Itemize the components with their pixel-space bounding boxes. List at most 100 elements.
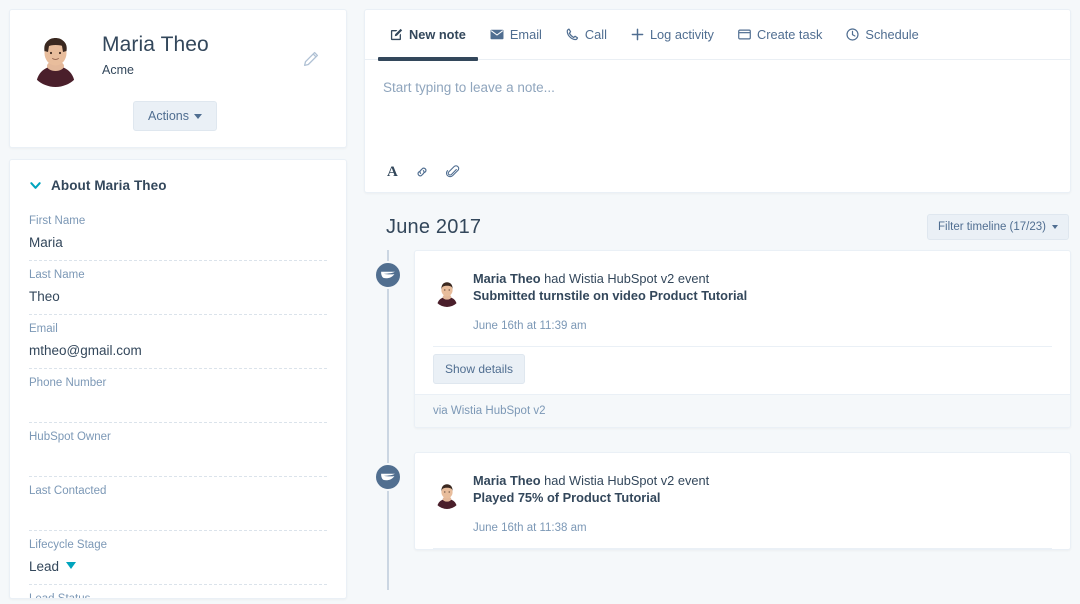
plus-icon — [631, 28, 644, 41]
tab-email[interactable]: Email — [478, 10, 554, 60]
avatar-illustration — [433, 279, 461, 307]
contact-profile-card: Maria Theo Acme Actions — [9, 9, 347, 148]
property-value — [29, 396, 327, 414]
event-headline: Maria Theo had Wistia HubSpot v2 event — [473, 270, 1052, 287]
wistia-glyph — [377, 264, 399, 286]
composer-tabs: New note Email — [365, 10, 1070, 60]
activity-composer: New note Email — [364, 9, 1071, 193]
property-label: HubSpot Owner — [29, 430, 327, 445]
clock-icon — [846, 28, 859, 41]
chevron-down-icon[interactable] — [29, 179, 42, 192]
property-label: Lead Status — [29, 592, 327, 599]
event-actor[interactable]: Maria Theo — [473, 473, 541, 488]
property-lifecycle-stage[interactable]: Lifecycle Stage Lead — [29, 531, 327, 585]
attachment-paperclip-icon[interactable] — [446, 165, 460, 179]
property-last-contacted[interactable]: Last Contacted — [29, 477, 327, 531]
event-detail: Played 75% of Product Tutorial — [473, 489, 1052, 506]
event-timestamp: June 16th at 11:38 am — [473, 522, 1052, 534]
envelope-glyph — [490, 29, 504, 40]
profile-actions: Actions — [28, 101, 332, 131]
property-lead-status[interactable]: Lead Status — [29, 585, 327, 599]
tab-label: Schedule — [865, 27, 918, 42]
tab-label: Call — [585, 27, 607, 42]
tab-label: Create task — [757, 27, 822, 42]
tab-log-activity[interactable]: Log activity — [619, 10, 726, 60]
pencil-glyph — [303, 51, 319, 67]
timeline-header: June 2017 Filter timeline (17/23) — [364, 204, 1071, 250]
clock-glyph — [846, 28, 859, 41]
actions-button-label: Actions — [148, 109, 189, 123]
property-label: Email — [29, 322, 327, 337]
dropdown-caret-icon[interactable] — [66, 562, 76, 569]
event-avatar — [433, 279, 461, 307]
pencil-icon[interactable] — [303, 51, 319, 67]
tab-new-note[interactable]: New note — [378, 10, 478, 60]
link-glyph — [415, 165, 429, 179]
event-card: Maria Theo had Wistia HubSpot v2 event P… — [414, 452, 1071, 550]
filter-timeline-label: Filter timeline (17/23) — [938, 221, 1046, 233]
timeline-month-heading: June 2017 — [386, 216, 481, 239]
avatar-illustration — [433, 481, 461, 509]
caret-down-icon — [1052, 225, 1058, 229]
event-actor[interactable]: Maria Theo — [473, 271, 541, 286]
event-text: Maria Theo had Wistia HubSpot v2 event P… — [473, 471, 1052, 534]
event-actions: Show details — [415, 347, 1070, 394]
property-value: Theo — [29, 288, 327, 306]
tab-create-task[interactable]: Create task — [726, 10, 834, 60]
property-value — [29, 504, 327, 522]
tab-label: New note — [409, 27, 466, 42]
chevron-glyph — [29, 179, 42, 192]
event-action: had Wistia HubSpot v2 event — [541, 271, 710, 286]
about-card: About Maria Theo First Name Maria Last N… — [9, 159, 347, 599]
about-header[interactable]: About Maria Theo — [29, 178, 327, 193]
property-phone-number[interactable]: Phone Number — [29, 369, 327, 423]
property-value: Lead — [29, 559, 59, 574]
event-timestamp: June 16th at 11:39 am — [473, 320, 1052, 332]
property-label: First Name — [29, 214, 327, 229]
envelope-icon — [490, 29, 504, 40]
property-last-name[interactable]: Last Name Theo — [29, 261, 327, 315]
phone-icon — [566, 28, 579, 41]
show-details-button[interactable]: Show details — [433, 354, 525, 384]
caret-down-icon — [194, 114, 202, 119]
event-headline: Maria Theo had Wistia HubSpot v2 event — [473, 472, 1052, 489]
event-divider — [433, 548, 1052, 549]
event-card: Maria Theo had Wistia HubSpot v2 event S… — [414, 250, 1071, 428]
contact-identity: Maria Theo Acme — [102, 28, 209, 77]
property-value: Maria — [29, 234, 327, 252]
activity-panel: New note Email — [355, 0, 1080, 604]
property-value — [29, 450, 327, 468]
event-detail: Submitted turnstile on video Product Tut… — [473, 287, 1052, 304]
link-icon[interactable] — [415, 165, 429, 179]
actions-button[interactable]: Actions — [133, 101, 217, 131]
task-glyph — [738, 29, 751, 40]
event-body: Maria Theo had Wistia HubSpot v2 event S… — [415, 251, 1070, 332]
event-avatar — [433, 481, 461, 509]
wistia-logo-icon — [374, 261, 402, 289]
tab-call[interactable]: Call — [554, 10, 619, 60]
composer-format-toolbar: A — [387, 164, 460, 180]
tab-schedule[interactable]: Schedule — [834, 10, 930, 60]
property-value-row[interactable]: Lead — [29, 558, 327, 576]
note-pencil-glyph — [390, 28, 403, 41]
note-input-area[interactable]: Start typing to leave a note... — [365, 60, 1070, 95]
wistia-logo-icon — [374, 463, 402, 491]
property-label: Last Name — [29, 268, 327, 283]
task-icon — [738, 29, 751, 40]
filter-timeline-button[interactable]: Filter timeline (17/23) — [927, 214, 1069, 240]
event-text: Maria Theo had Wistia HubSpot v2 event S… — [473, 269, 1052, 332]
tab-label: Email — [510, 27, 542, 42]
plus-glyph — [631, 28, 644, 41]
property-email[interactable]: Email mtheo@gmail.com — [29, 315, 327, 369]
paperclip-glyph — [446, 165, 460, 179]
timeline-event: Maria Theo had Wistia HubSpot v2 event P… — [364, 452, 1071, 550]
wistia-glyph — [377, 466, 399, 488]
contact-name: Maria Theo — [102, 32, 209, 58]
property-first-name[interactable]: First Name Maria — [29, 207, 327, 261]
contact-sidebar: Maria Theo Acme Actions — [0, 0, 355, 604]
property-hubspot-owner[interactable]: HubSpot Owner — [29, 423, 327, 477]
font-format-icon[interactable]: A — [387, 164, 398, 180]
property-label: Phone Number — [29, 376, 327, 391]
contact-company: Acme — [102, 63, 209, 77]
event-action: had Wistia HubSpot v2 event — [541, 473, 710, 488]
